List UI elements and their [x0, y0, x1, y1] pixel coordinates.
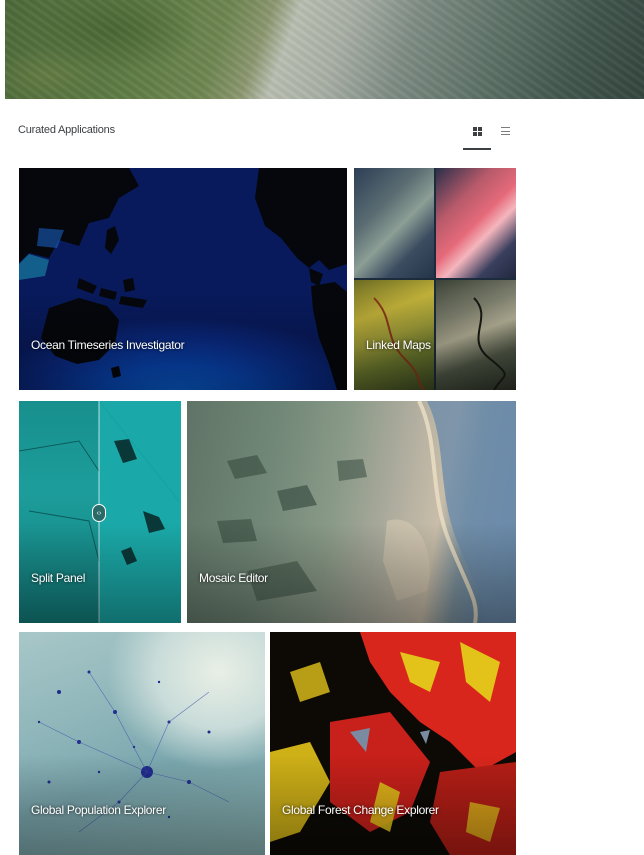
list-view-button[interactable] — [491, 116, 519, 146]
app-card-label: Global Forest Change Explorer — [282, 803, 439, 817]
card-shade — [19, 401, 181, 623]
app-card-global-population-explorer[interactable]: Global Population Explorer — [19, 632, 265, 855]
card-shade — [354, 168, 516, 390]
app-card-label: Split Panel — [31, 571, 86, 585]
app-card-split-panel[interactable]: ‹› Split Panel — [19, 401, 181, 623]
card-shade — [270, 632, 516, 855]
section-title: Curated Applications — [18, 124, 115, 136]
app-card-global-forest-change-explorer[interactable]: Global Forest Change Explorer — [270, 632, 516, 855]
card-shade — [19, 168, 347, 390]
app-card-label: Linked Maps — [366, 338, 431, 352]
app-card-label: Mosaic Editor — [199, 571, 268, 585]
card-shade — [19, 632, 265, 855]
app-card-label: Ocean Timeseries Investigator — [31, 338, 185, 352]
app-card-ocean-timeseries-investigator[interactable]: Ocean Timeseries Investigator — [19, 168, 347, 390]
app-card-label: Global Population Explorer — [31, 803, 166, 817]
view-toggle — [463, 116, 523, 150]
app-card-linked-maps[interactable]: Linked Maps — [354, 168, 516, 390]
grid-view-icon — [472, 126, 482, 136]
active-view-indicator — [463, 148, 491, 150]
hero-satellite-banner — [5, 0, 644, 99]
app-card-mosaic-editor[interactable]: Mosaic Editor — [187, 401, 516, 623]
grid-view-button[interactable] — [463, 116, 491, 146]
card-shade — [187, 401, 516, 623]
list-view-icon — [500, 127, 510, 135]
